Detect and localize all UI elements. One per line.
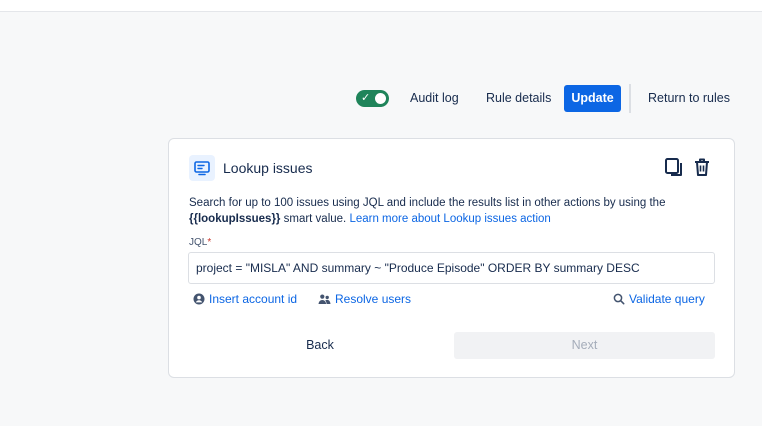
toolbar-divider — [629, 84, 631, 113]
check-icon: ✓ — [361, 92, 371, 104]
search-icon — [613, 293, 625, 305]
description-text: Search for up to 100 issues using JQL an… — [189, 197, 666, 209]
card-title: Lookup issues — [223, 160, 313, 176]
trash-icon[interactable] — [691, 156, 713, 178]
rule-details-button[interactable]: Rule details — [486, 85, 551, 112]
insert-account-id-link[interactable]: Insert account id — [193, 291, 297, 307]
required-marker: * — [207, 237, 212, 248]
monitor-icon — [189, 155, 215, 181]
description-suffix: smart value. — [283, 213, 347, 225]
validate-query-link[interactable]: Validate query — [613, 291, 705, 307]
top-navigation-bar — [0, 0, 762, 12]
learn-more-link[interactable]: Learn more about Lookup issues action — [349, 213, 550, 225]
return-to-rules-button[interactable]: Return to rules — [648, 85, 730, 112]
user-circle-icon — [193, 293, 205, 305]
validate-query-label: Validate query — [629, 292, 705, 306]
back-button[interactable]: Back — [189, 332, 451, 359]
jql-label-text: JQL — [189, 237, 208, 248]
resolve-users-label: Resolve users — [335, 292, 412, 306]
insert-account-id-label: Insert account id — [209, 292, 298, 306]
smart-value: {{lookupIssues}} — [189, 213, 281, 225]
lookup-issues-card: Lookup issues Search for up to 100 issue… — [168, 138, 735, 378]
jql-label: JQL* — [189, 237, 211, 248]
rule-enabled-toggle[interactable]: ✓ — [356, 90, 389, 107]
audit-log-button[interactable]: Audit log — [410, 85, 459, 112]
duplicate-icon[interactable] — [663, 156, 685, 178]
toggle-knob — [375, 93, 386, 104]
card-description: Search for up to 100 issues using JQL an… — [189, 195, 719, 227]
jql-input[interactable] — [188, 252, 715, 284]
update-button[interactable]: Update — [564, 85, 621, 112]
resolve-users-link[interactable]: Resolve users — [318, 291, 411, 307]
people-icon — [318, 294, 331, 304]
next-button: Next — [454, 332, 715, 359]
